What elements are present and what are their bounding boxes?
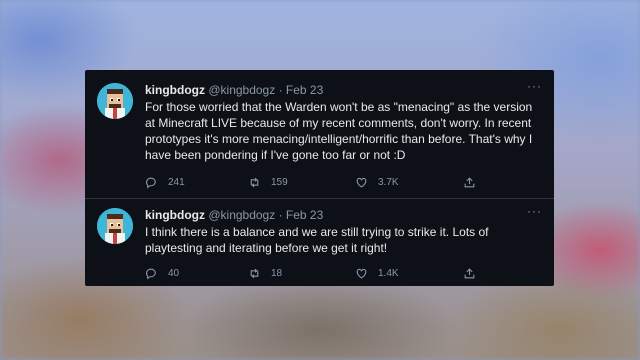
tweet-actions: 241 159 3.7K <box>145 175 485 189</box>
like-button[interactable]: 1.4K <box>355 266 399 280</box>
tweet-header: kingbdogz @kingbdogz · Feb 23 <box>145 208 323 222</box>
retweet-icon <box>250 177 259 187</box>
user-handle[interactable]: @kingbdogz <box>208 83 275 97</box>
heart-icon <box>356 177 367 187</box>
reply-icon <box>146 268 156 279</box>
avatar-image <box>97 83 133 119</box>
more-options-icon[interactable]: ··· <box>527 204 542 218</box>
display-name[interactable]: kingbdogz <box>145 83 205 97</box>
tweet-text: For those worried that the Warden won't … <box>145 100 533 162</box>
reply-icon <box>146 177 156 188</box>
reply-count: 241 <box>168 176 185 188</box>
retweet-count: 159 <box>271 176 288 188</box>
tweet: kingbdogz @kingbdogz · Feb 23 ··· For th… <box>85 70 554 198</box>
user-handle[interactable]: @kingbdogz <box>208 208 275 222</box>
retweet-button[interactable]: 159 <box>248 175 288 189</box>
like-count: 1.4K <box>378 267 399 279</box>
display-name[interactable]: kingbdogz <box>145 208 205 222</box>
tweet-date[interactable]: · Feb 23 <box>279 83 324 97</box>
like-count: 3.7K <box>378 176 399 188</box>
retweet-icon <box>250 268 259 278</box>
share-icon <box>464 176 475 187</box>
tweet-screenshot-card: kingbdogz @kingbdogz · Feb 23 ··· For th… <box>85 70 554 286</box>
avatar-image <box>97 208 133 244</box>
tweet-actions: 40 18 1.4K <box>145 266 485 280</box>
avatar[interactable] <box>97 83 133 119</box>
reply-button[interactable]: 40 <box>145 266 179 280</box>
share-button[interactable] <box>463 266 486 280</box>
reply-count: 40 <box>168 267 180 279</box>
retweet-count: 18 <box>271 267 283 279</box>
tweet-date[interactable]: · Feb 23 <box>279 208 324 222</box>
reply-button[interactable]: 241 <box>145 175 185 189</box>
share-icon <box>464 267 475 278</box>
heart-icon <box>356 268 367 278</box>
tweet: kingbdogz @kingbdogz · Feb 23 ··· I thin… <box>85 198 554 286</box>
tweet-header: kingbdogz @kingbdogz · Feb 23 <box>145 83 323 97</box>
like-button[interactable]: 3.7K <box>355 175 399 189</box>
avatar[interactable] <box>97 208 133 244</box>
retweet-button[interactable]: 18 <box>248 266 282 280</box>
share-button[interactable] <box>463 175 486 189</box>
tweet-text: I think there is a balance and we are st… <box>145 225 489 255</box>
more-options-icon[interactable]: ··· <box>527 79 542 93</box>
